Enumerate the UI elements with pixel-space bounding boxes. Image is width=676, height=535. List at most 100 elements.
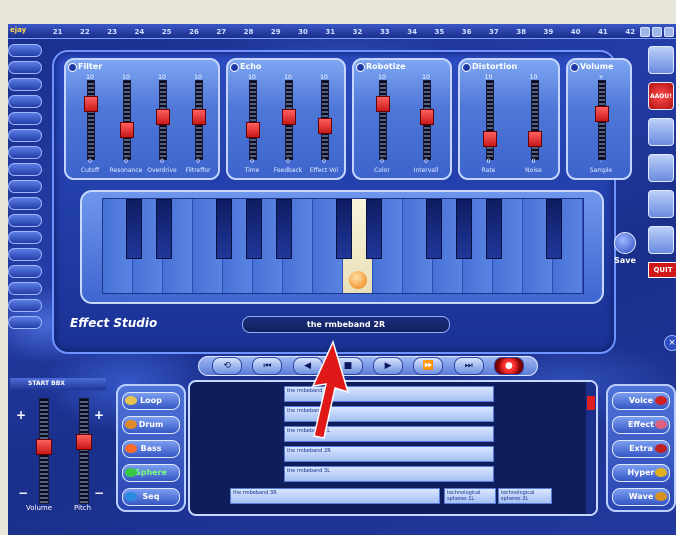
effect-slider[interactable]: 10 0 — [480, 74, 498, 165]
volume-minus-icon[interactable]: − — [18, 486, 28, 500]
pitch-slider[interactable] — [76, 398, 92, 504]
effect-slider[interactable]: 10 0 — [81, 74, 99, 165]
black-key[interactable] — [426, 199, 442, 259]
style-button-extra[interactable]: Extra — [612, 440, 670, 458]
group-toggle-icon[interactable] — [570, 63, 579, 72]
black-key[interactable] — [216, 199, 232, 259]
sample-block[interactable]: technological spheres 2L — [498, 488, 552, 504]
sample-block[interactable]: the rmbeband 2R — [284, 446, 494, 462]
effect-slider[interactable]: + - — [592, 74, 610, 165]
minimize-icon[interactable] — [640, 27, 650, 37]
channel-button[interactable] — [8, 231, 42, 244]
effect-slider[interactable]: 10 0 — [373, 74, 391, 165]
channel-button[interactable] — [8, 282, 42, 295]
channel-button[interactable] — [8, 78, 42, 91]
volume-plus-icon[interactable]: + — [16, 408, 26, 422]
timer-icon[interactable] — [648, 118, 674, 146]
effect-slider[interactable]: 10 0 — [315, 74, 333, 165]
channel-button[interactable] — [8, 146, 42, 159]
black-key[interactable] — [456, 199, 472, 259]
sample-block[interactable]: the rmbeband 1L — [284, 386, 494, 402]
black-key[interactable] — [276, 199, 292, 259]
black-key[interactable] — [126, 199, 142, 259]
style-button-drum[interactable]: Drum — [122, 416, 180, 434]
record-button[interactable]: ● — [493, 357, 524, 375]
style-button-effect[interactable]: Effect — [612, 416, 670, 434]
black-key[interactable] — [156, 199, 172, 259]
channel-button[interactable] — [8, 265, 42, 278]
style-button-loop[interactable]: Loop — [122, 392, 180, 410]
channel-button[interactable] — [8, 95, 42, 108]
effect-slider[interactable]: 10 0 — [417, 74, 435, 165]
slider-knob[interactable] — [282, 108, 296, 125]
slider-knob[interactable] — [318, 118, 332, 135]
save-button[interactable]: Save — [614, 232, 636, 265]
sample-block[interactable]: technological spheres 1L — [444, 488, 496, 504]
volume-slider[interactable] — [36, 398, 52, 504]
loop-button[interactable]: ⟲ — [212, 357, 243, 375]
slider-knob[interactable] — [120, 121, 134, 138]
slider-knob[interactable] — [595, 105, 609, 122]
channel-button[interactable] — [8, 197, 42, 210]
scroll-thumb[interactable] — [587, 396, 595, 410]
sequencer-area[interactable]: the rmbeband 1L the rmbeband 1R the rmbeba… — [188, 380, 598, 516]
aaah-icon[interactable]: AAOU! — [648, 82, 674, 110]
sample-block[interactable]: the rmbeband 1R — [284, 406, 494, 422]
slider-knob[interactable] — [420, 108, 434, 125]
effect-slider[interactable]: 10 0 — [117, 74, 135, 165]
black-key[interactable] — [246, 199, 262, 259]
effect-slider[interactable]: 10 0 — [243, 74, 261, 165]
style-button-wave[interactable]: Wave — [612, 488, 670, 506]
piano-keyboard[interactable] — [102, 198, 584, 294]
forward-button[interactable]: ⏩ — [413, 357, 444, 375]
channel-button[interactable] — [8, 163, 42, 176]
group-toggle-icon[interactable] — [68, 63, 77, 72]
black-key[interactable] — [546, 199, 562, 259]
volume-knob[interactable] — [36, 438, 52, 455]
style-button-sphere[interactable]: Sphere — [122, 464, 180, 482]
quit-button[interactable]: QUIT — [648, 262, 676, 278]
slider-knob[interactable] — [84, 96, 98, 112]
pitch-minus-icon[interactable]: − — [94, 486, 104, 500]
slider-knob[interactable] — [527, 131, 542, 148]
channel-button[interactable] — [8, 180, 42, 193]
next-button[interactable]: ⏭ — [453, 357, 484, 375]
channel-button[interactable] — [8, 129, 42, 142]
style-button-seq[interactable]: Seq — [122, 488, 180, 506]
effect-slider[interactable]: 10 0 — [153, 74, 171, 165]
star-icon[interactable] — [648, 190, 674, 218]
sample-block[interactable]: the rmbeband 3L — [284, 466, 494, 482]
tool-icon[interactable] — [648, 226, 674, 254]
channel-button[interactable] — [8, 248, 42, 261]
slider-knob[interactable] — [376, 96, 390, 112]
slider-knob[interactable] — [246, 121, 260, 138]
channel-button[interactable] — [8, 44, 42, 57]
slider-knob[interactable] — [156, 108, 170, 125]
pitch-knob[interactable] — [76, 434, 92, 450]
style-button-bass[interactable]: Bass — [122, 440, 180, 458]
prev-button[interactable]: ⏮ — [252, 357, 283, 375]
channel-button[interactable] — [8, 61, 42, 74]
effect-slider[interactable]: 10 0 — [189, 74, 207, 165]
black-key[interactable] — [336, 199, 352, 259]
channel-button[interactable] — [8, 214, 42, 227]
channel-button[interactable] — [8, 299, 42, 312]
sample-block[interactable]: the rmbeband 2L — [284, 426, 494, 442]
rewind-button[interactable]: ◀ — [292, 357, 323, 375]
slider-knob[interactable] — [482, 131, 497, 148]
channel-button[interactable] — [8, 112, 42, 125]
style-button-hyper[interactable]: Hyper — [612, 464, 670, 482]
group-toggle-icon[interactable] — [230, 63, 239, 72]
play-button[interactable]: ▶ — [373, 357, 404, 375]
group-toggle-icon[interactable] — [462, 63, 471, 72]
black-key[interactable] — [486, 199, 502, 259]
effect-slider[interactable]: 10 0 — [279, 74, 297, 165]
slider-knob[interactable] — [192, 108, 206, 125]
pitch-plus-icon[interactable]: + — [94, 408, 104, 422]
sequencer-scrollbar[interactable] — [586, 382, 596, 514]
sample-block[interactable]: the rmbeband 3R — [230, 488, 440, 504]
stop-button[interactable]: ■ — [332, 357, 363, 375]
help-icon[interactable] — [652, 27, 662, 37]
group-toggle-icon[interactable] — [356, 63, 365, 72]
effect-slider[interactable]: 10 0 — [525, 74, 543, 165]
